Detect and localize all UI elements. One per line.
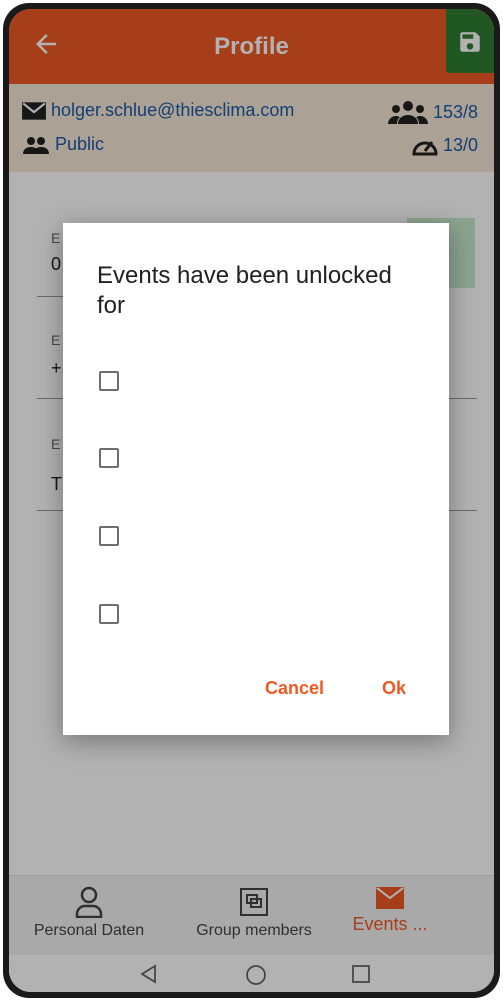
checkbox-1[interactable] (99, 371, 119, 391)
events-unlocked-dialog: Events have been unlocked for Cancel Ok (63, 223, 449, 735)
checkbox-2[interactable] (99, 448, 119, 468)
checkbox-4[interactable] (99, 604, 119, 624)
screen: Profile holger.schlue@thiesclima.com Pub… (9, 9, 494, 992)
ok-button[interactable]: Ok (382, 678, 406, 699)
checkbox-3[interactable] (99, 526, 119, 546)
phone-frame: Profile holger.schlue@thiesclima.com Pub… (3, 3, 500, 998)
dialog-title: Events have been unlocked for (97, 262, 392, 319)
cancel-button[interactable]: Cancel (265, 678, 324, 699)
